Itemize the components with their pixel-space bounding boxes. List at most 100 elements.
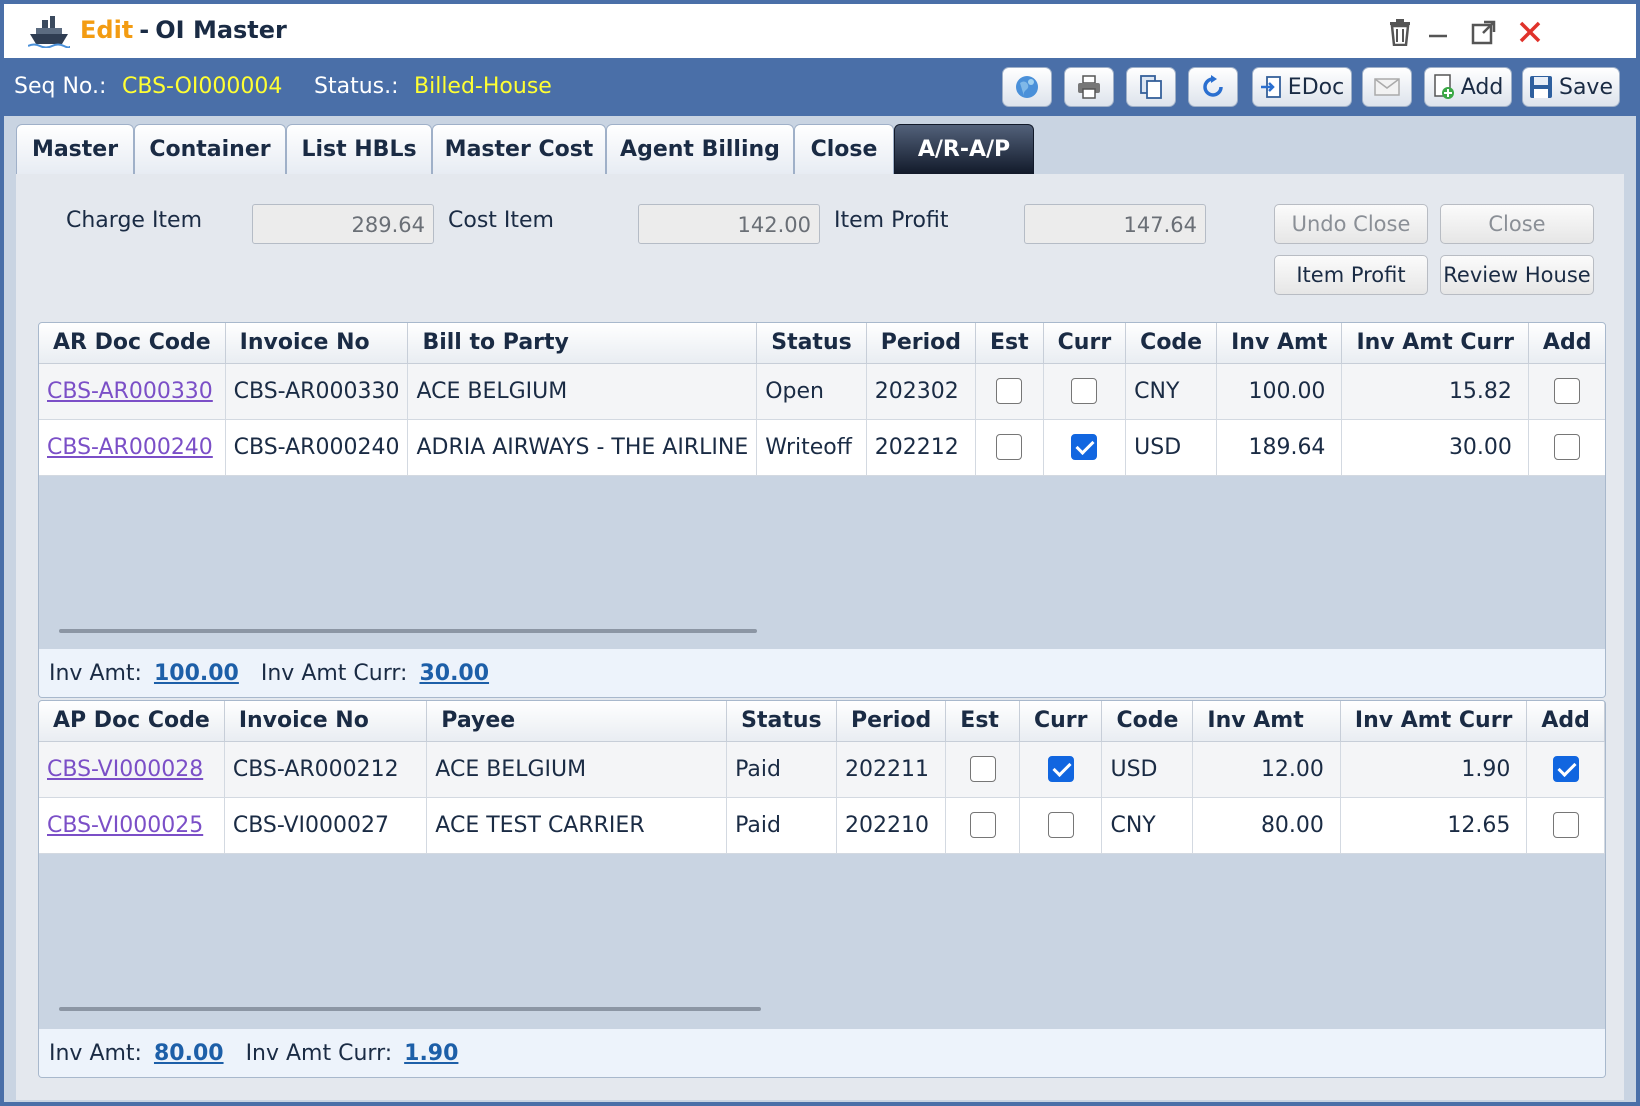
period-cell: 202212 bbox=[866, 419, 977, 476]
curr-checkbox[interactable] bbox=[1047, 812, 1074, 838]
undo-close-button[interactable]: Undo Close bbox=[1274, 204, 1428, 244]
ar-col-invoice-no[interactable]: Invoice No bbox=[225, 323, 409, 364]
close-icon[interactable] bbox=[1514, 16, 1546, 48]
inv-amt-cell: 100.00 bbox=[1216, 363, 1343, 420]
ar-col-bill-to-party[interactable]: Bill to Party bbox=[407, 323, 758, 364]
table-row[interactable]: CBS-VI000028 CBS-AR000212 ACE BELGIUM Pa… bbox=[39, 741, 1605, 798]
table-row[interactable]: CBS-AR000240 CBS-AR000240 ADRIA AIRWAYS … bbox=[39, 419, 1605, 476]
ap-col-invoice-no[interactable]: Invoice No bbox=[224, 701, 428, 742]
ar-col-code[interactable]: Code bbox=[1125, 323, 1218, 364]
ap-grid: AP Doc Code Invoice No Payee Status Peri… bbox=[38, 700, 1606, 1078]
code-cell: USD bbox=[1101, 741, 1194, 798]
minimize-icon[interactable] bbox=[1422, 16, 1454, 48]
ar-doc-link[interactable]: CBS-AR000330 bbox=[47, 379, 213, 404]
add-button[interactable]: Add bbox=[1424, 67, 1512, 107]
ar-doc-link[interactable]: CBS-AR000240 bbox=[47, 435, 213, 460]
ar-inv-amt-curr-total[interactable]: 30.00 bbox=[419, 661, 489, 686]
period-cell: 202211 bbox=[836, 741, 947, 798]
ap-col-period[interactable]: Period bbox=[836, 701, 947, 742]
add-checkbox[interactable] bbox=[1552, 756, 1579, 782]
ap-col-inv-amt[interactable]: Inv Amt bbox=[1192, 701, 1341, 742]
ar-col-period[interactable]: Period bbox=[866, 323, 977, 364]
ar-col-inv-amt[interactable]: Inv Amt bbox=[1216, 323, 1343, 364]
ar-col-add[interactable]: Add bbox=[1528, 323, 1605, 364]
ap-col-add[interactable]: Add bbox=[1526, 701, 1605, 742]
ap-col-status[interactable]: Status bbox=[726, 701, 837, 742]
est-checkbox[interactable] bbox=[996, 434, 1023, 460]
ar-ap-panel: Charge Item 289.64 Cost Item 142.00 Item… bbox=[16, 174, 1624, 1100]
ap-col-payee[interactable]: Payee bbox=[426, 701, 728, 742]
globe-button[interactable] bbox=[1002, 67, 1052, 107]
ap-doc-link[interactable]: CBS-VI000025 bbox=[47, 813, 203, 838]
copy-icon bbox=[1139, 74, 1163, 100]
print-button[interactable] bbox=[1064, 67, 1114, 107]
save-button[interactable]: Save bbox=[1522, 67, 1620, 107]
tab-agent-billing[interactable]: Agent Billing bbox=[606, 124, 794, 174]
close-button[interactable]: Close bbox=[1440, 204, 1594, 244]
ar-horizontal-scrollbar[interactable] bbox=[59, 629, 757, 633]
refresh-button[interactable] bbox=[1188, 67, 1238, 107]
add-doc-icon bbox=[1433, 74, 1455, 100]
add-checkbox[interactable] bbox=[1554, 378, 1581, 404]
cost-item-label: Cost Item bbox=[448, 208, 554, 233]
title-main: OI Master bbox=[155, 16, 287, 44]
est-checkbox[interactable] bbox=[969, 812, 996, 838]
ap-col-curr[interactable]: Curr bbox=[1019, 701, 1103, 742]
mail-icon bbox=[1374, 77, 1400, 97]
copy-button[interactable] bbox=[1126, 67, 1176, 107]
ap-inv-amt-label: Inv Amt: bbox=[49, 1040, 142, 1066]
tab-ar-ap[interactable]: A/R-A/P bbox=[894, 124, 1034, 174]
table-row[interactable]: CBS-VI000025 CBS-VI000027 ACE TEST CARRI… bbox=[39, 797, 1605, 854]
code-cell: CNY bbox=[1125, 363, 1218, 420]
ar-grid: AR Doc Code Invoice No Bill to Party Sta… bbox=[38, 322, 1606, 698]
ar-inv-amt-total[interactable]: 100.00 bbox=[154, 661, 239, 686]
email-button[interactable] bbox=[1362, 67, 1412, 107]
review-house-button[interactable]: Review House bbox=[1440, 255, 1594, 295]
ap-doc-link[interactable]: CBS-VI000028 bbox=[47, 757, 203, 782]
status-value: Billed-House bbox=[414, 74, 552, 99]
item-profit-button[interactable]: Item Profit bbox=[1274, 255, 1428, 295]
header-bar: Seq No.: CBS-OI000004 Status.: Billed-Ho… bbox=[4, 58, 1636, 116]
est-checkbox[interactable] bbox=[969, 756, 996, 782]
ap-col-inv-amt-curr[interactable]: Inv Amt Curr bbox=[1340, 701, 1528, 742]
add-label: Add bbox=[1460, 74, 1504, 100]
ar-col-doc-code[interactable]: AR Doc Code bbox=[39, 323, 226, 364]
ap-inv-amt-total[interactable]: 80.00 bbox=[154, 1041, 224, 1066]
ar-col-curr[interactable]: Curr bbox=[1043, 323, 1127, 364]
trash-icon[interactable] bbox=[1384, 16, 1416, 48]
ap-col-est[interactable]: Est bbox=[945, 701, 1020, 742]
invoice-no-cell: CBS-AR000212 bbox=[224, 741, 428, 798]
tab-master-cost[interactable]: Master Cost bbox=[432, 124, 606, 174]
save-icon bbox=[1529, 75, 1553, 99]
curr-checkbox[interactable] bbox=[1071, 378, 1098, 404]
curr-checkbox[interactable] bbox=[1047, 756, 1074, 782]
ap-col-doc-code[interactable]: AP Doc Code bbox=[39, 701, 225, 742]
cost-item-field: 142.00 bbox=[638, 204, 820, 244]
ar-inv-amt-curr-label: Inv Amt Curr: bbox=[260, 660, 408, 686]
ap-horizontal-scrollbar[interactable] bbox=[59, 1007, 761, 1011]
tab-container[interactable]: Container bbox=[134, 124, 286, 174]
maximize-icon[interactable] bbox=[1468, 16, 1500, 48]
est-checkbox[interactable] bbox=[996, 378, 1023, 404]
invoice-no-cell: CBS-AR000240 bbox=[225, 419, 409, 476]
add-checkbox[interactable] bbox=[1554, 434, 1581, 460]
item-profit-field: 147.64 bbox=[1024, 204, 1206, 244]
add-checkbox[interactable] bbox=[1552, 812, 1579, 838]
code-cell: CNY bbox=[1101, 797, 1194, 854]
table-row[interactable]: CBS-AR000330 CBS-AR000330 ACE BELGIUM Op… bbox=[39, 363, 1605, 420]
tab-master[interactable]: Master bbox=[16, 124, 134, 174]
status-cell: Paid bbox=[726, 741, 837, 798]
ar-col-inv-amt-curr[interactable]: Inv Amt Curr bbox=[1341, 323, 1529, 364]
seq-no-value: CBS-OI000004 bbox=[122, 74, 283, 99]
ap-col-code[interactable]: Code bbox=[1101, 701, 1194, 742]
edoc-button[interactable]: EDoc bbox=[1252, 67, 1352, 107]
ar-col-est[interactable]: Est bbox=[975, 323, 1044, 364]
curr-checkbox[interactable] bbox=[1071, 434, 1098, 460]
tab-close[interactable]: Close bbox=[794, 124, 894, 174]
inv-amt-curr-cell: 12.65 bbox=[1340, 797, 1528, 854]
tab-list-hbls[interactable]: List HBLs bbox=[286, 124, 432, 174]
payee-cell: ACE BELGIUM bbox=[426, 741, 728, 798]
ar-col-status[interactable]: Status bbox=[756, 323, 867, 364]
period-cell: 202302 bbox=[866, 363, 977, 420]
ap-inv-amt-curr-total[interactable]: 1.90 bbox=[404, 1041, 458, 1066]
